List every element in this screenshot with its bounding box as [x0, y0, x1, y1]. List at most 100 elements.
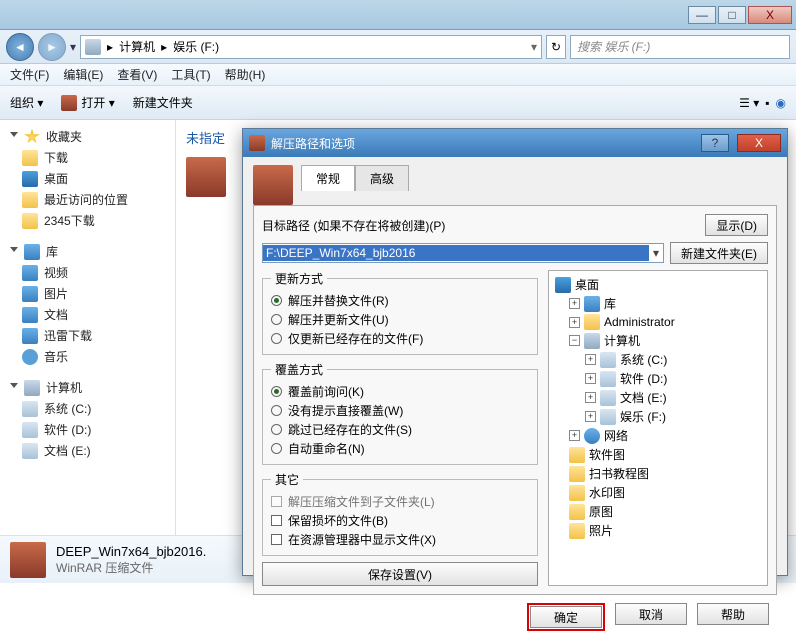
library-icon — [24, 244, 40, 260]
sidebar-item-drive-d[interactable]: 软件 (D:) — [4, 419, 171, 440]
minimize-button[interactable]: — — [688, 6, 716, 24]
expand-icon[interactable]: + — [569, 298, 580, 309]
chevron-down-icon — [10, 247, 18, 256]
menu-file[interactable]: 文件(F) — [10, 66, 49, 83]
sidebar: 收藏夹 下载 桌面 最近访问的位置 2345下载 库 视频 图片 文档 迅雷下载… — [0, 120, 176, 583]
check-show-explorer[interactable]: 在资源管理器中显示文件(X) — [271, 530, 529, 549]
refresh-button[interactable]: ↻ — [546, 35, 566, 59]
menu-help[interactable]: 帮助(H) — [225, 66, 266, 83]
address-dropdown-icon[interactable]: ▾ — [531, 40, 537, 54]
sidebar-item-downloads[interactable]: 下载 — [4, 147, 171, 168]
tree-network[interactable]: +网络 — [553, 426, 763, 445]
history-dropdown-icon[interactable]: ▾ — [70, 40, 76, 54]
view-mode-button[interactable]: ☰ ▾ — [739, 96, 759, 110]
back-button[interactable]: ◄ — [6, 33, 34, 61]
address-bar: ◄ ► ▾ ▸ 计算机 ▸ 娱乐 (F:) ▾ ↻ 搜索 娱乐 (F:) — [0, 30, 796, 64]
sidebar-item-2345[interactable]: 2345下载 — [4, 210, 171, 231]
tree-computer[interactable]: −计算机 — [553, 331, 763, 350]
cancel-button[interactable]: 取消 — [615, 603, 687, 625]
dialog-title: 解压路径和选项 — [271, 135, 693, 152]
dialog-close-button[interactable]: X — [737, 134, 781, 152]
collapse-icon[interactable]: − — [569, 335, 580, 346]
sidebar-libraries[interactable]: 库 — [4, 241, 171, 262]
expand-icon[interactable]: + — [569, 317, 580, 328]
radio-label: 自动重命名(N) — [288, 440, 365, 457]
close-button[interactable]: X — [748, 6, 792, 24]
tree-drive-d[interactable]: +软件 (D:) — [553, 369, 763, 388]
radio-auto-rename[interactable]: 自动重命名(N) — [271, 439, 529, 458]
toolbar-newfolder[interactable]: 新建文件夹 — [133, 94, 193, 111]
check-keep-broken[interactable]: 保留损坏的文件(B) — [271, 511, 529, 530]
sidebar-item-drive-c[interactable]: 系统 (C:) — [4, 398, 171, 419]
tree-folder[interactable]: 水印图 — [553, 483, 763, 502]
expand-icon[interactable]: + — [585, 373, 596, 384]
breadcrumb-computer[interactable]: 计算机 — [119, 38, 155, 55]
forward-button[interactable]: ► — [38, 33, 66, 61]
check-subfolder[interactable]: 解压压缩文件到子文件夹(L) — [271, 492, 529, 511]
sidebar-item-music[interactable]: 音乐 — [4, 346, 171, 367]
sidebar-item-documents[interactable]: 文档 — [4, 304, 171, 325]
save-settings-button[interactable]: 保存设置(V) — [262, 562, 538, 586]
dialog-help-button[interactable]: ? — [701, 134, 729, 152]
radio-extract-update[interactable]: 解压并更新文件(U) — [271, 310, 529, 329]
tree-lib[interactable]: +库 — [553, 294, 763, 313]
extract-dialog: 解压路径和选项 ? X 常规 高级 目标路径 (如果不存在将被创建)(P) 显示… — [242, 128, 788, 576]
radio-update-existing[interactable]: 仅更新已经存在的文件(F) — [271, 329, 529, 348]
tree-drive-e[interactable]: +文档 (E:) — [553, 388, 763, 407]
tab-general[interactable]: 常规 — [301, 165, 355, 191]
tab-advanced[interactable]: 高级 — [355, 165, 409, 191]
drive-icon — [600, 390, 616, 406]
menu-tools[interactable]: 工具(T) — [171, 66, 210, 83]
expand-icon[interactable]: + — [569, 430, 580, 441]
sidebar-item-xunlei[interactable]: 迅雷下载 — [4, 325, 171, 346]
tree-admin[interactable]: +Administrator — [553, 313, 763, 331]
tree-folder[interactable]: 扫书教程图 — [553, 464, 763, 483]
tree-label: 桌面 — [575, 276, 599, 293]
help-button[interactable]: ◉ — [776, 96, 786, 110]
toolbar-organize[interactable]: 组织 ▾ — [10, 94, 43, 111]
breadcrumb-drive[interactable]: 娱乐 (F:) — [173, 38, 219, 55]
tree-drive-f[interactable]: +娱乐 (F:) — [553, 407, 763, 426]
sidebar-item-drive-e[interactable]: 文档 (E:) — [4, 440, 171, 461]
expand-icon[interactable]: + — [585, 392, 596, 403]
toolbar-open[interactable]: 打开 ▾ — [61, 94, 114, 111]
tree-drive-c[interactable]: +系统 (C:) — [553, 350, 763, 369]
dialog-button-row: 确定 取消 帮助 — [253, 595, 777, 641]
show-button[interactable]: 显示(D) — [705, 214, 768, 236]
dropdown-icon[interactable]: ▾ — [649, 246, 663, 260]
sidebar-favorites[interactable]: 收藏夹 — [4, 126, 171, 147]
radio-extract-replace[interactable]: 解压并替换文件(R) — [271, 291, 529, 310]
radio-label: 解压并替换文件(R) — [288, 292, 389, 309]
newfolder-button[interactable]: 新建文件夹(E) — [670, 242, 768, 264]
menu-edit[interactable]: 编辑(E) — [63, 66, 103, 83]
other-legend: 其它 — [271, 471, 303, 488]
expand-icon[interactable]: + — [585, 411, 596, 422]
path-input[interactable]: F:\DEEP_Win7x64_bjb2016 ▾ — [262, 243, 664, 263]
preview-pane-button[interactable]: ▪ — [765, 96, 769, 110]
menu-view[interactable]: 查看(V) — [117, 66, 157, 83]
expand-icon[interactable]: + — [585, 354, 596, 365]
sidebar-item-pictures[interactable]: 图片 — [4, 283, 171, 304]
picture-icon — [22, 286, 38, 302]
tree-folder[interactable]: 原图 — [553, 502, 763, 521]
tree-desktop[interactable]: 桌面 — [553, 275, 763, 294]
breadcrumb-sep: ▸ — [107, 40, 113, 54]
maximize-button[interactable]: □ — [718, 6, 746, 24]
radio-overwrite-noprompt[interactable]: 没有提示直接覆盖(W) — [271, 401, 529, 420]
address-box[interactable]: ▸ 计算机 ▸ 娱乐 (F:) ▾ — [80, 35, 542, 59]
tree-folder[interactable]: 软件图 — [553, 445, 763, 464]
tree-folder[interactable]: 照片 — [553, 521, 763, 540]
sidebar-item-desktop[interactable]: 桌面 — [4, 168, 171, 189]
ok-button[interactable]: 确定 — [530, 606, 602, 628]
sidebar-item-recent[interactable]: 最近访问的位置 — [4, 189, 171, 210]
sidebar-computer[interactable]: 计算机 — [4, 377, 171, 398]
help-button[interactable]: 帮助 — [697, 603, 769, 625]
search-input[interactable]: 搜索 娱乐 (F:) — [570, 35, 790, 59]
drive-icon — [22, 422, 38, 438]
radio-skip-existing[interactable]: 跳过已经存在的文件(S) — [271, 420, 529, 439]
sidebar-item-videos[interactable]: 视频 — [4, 262, 171, 283]
folder-tree[interactable]: 桌面 +库 +Administrator −计算机 +系统 (C:) +软件 (… — [548, 270, 768, 586]
folder-icon — [569, 504, 585, 520]
folder-icon — [569, 523, 585, 539]
radio-ask-overwrite[interactable]: 覆盖前询问(K) — [271, 382, 529, 401]
